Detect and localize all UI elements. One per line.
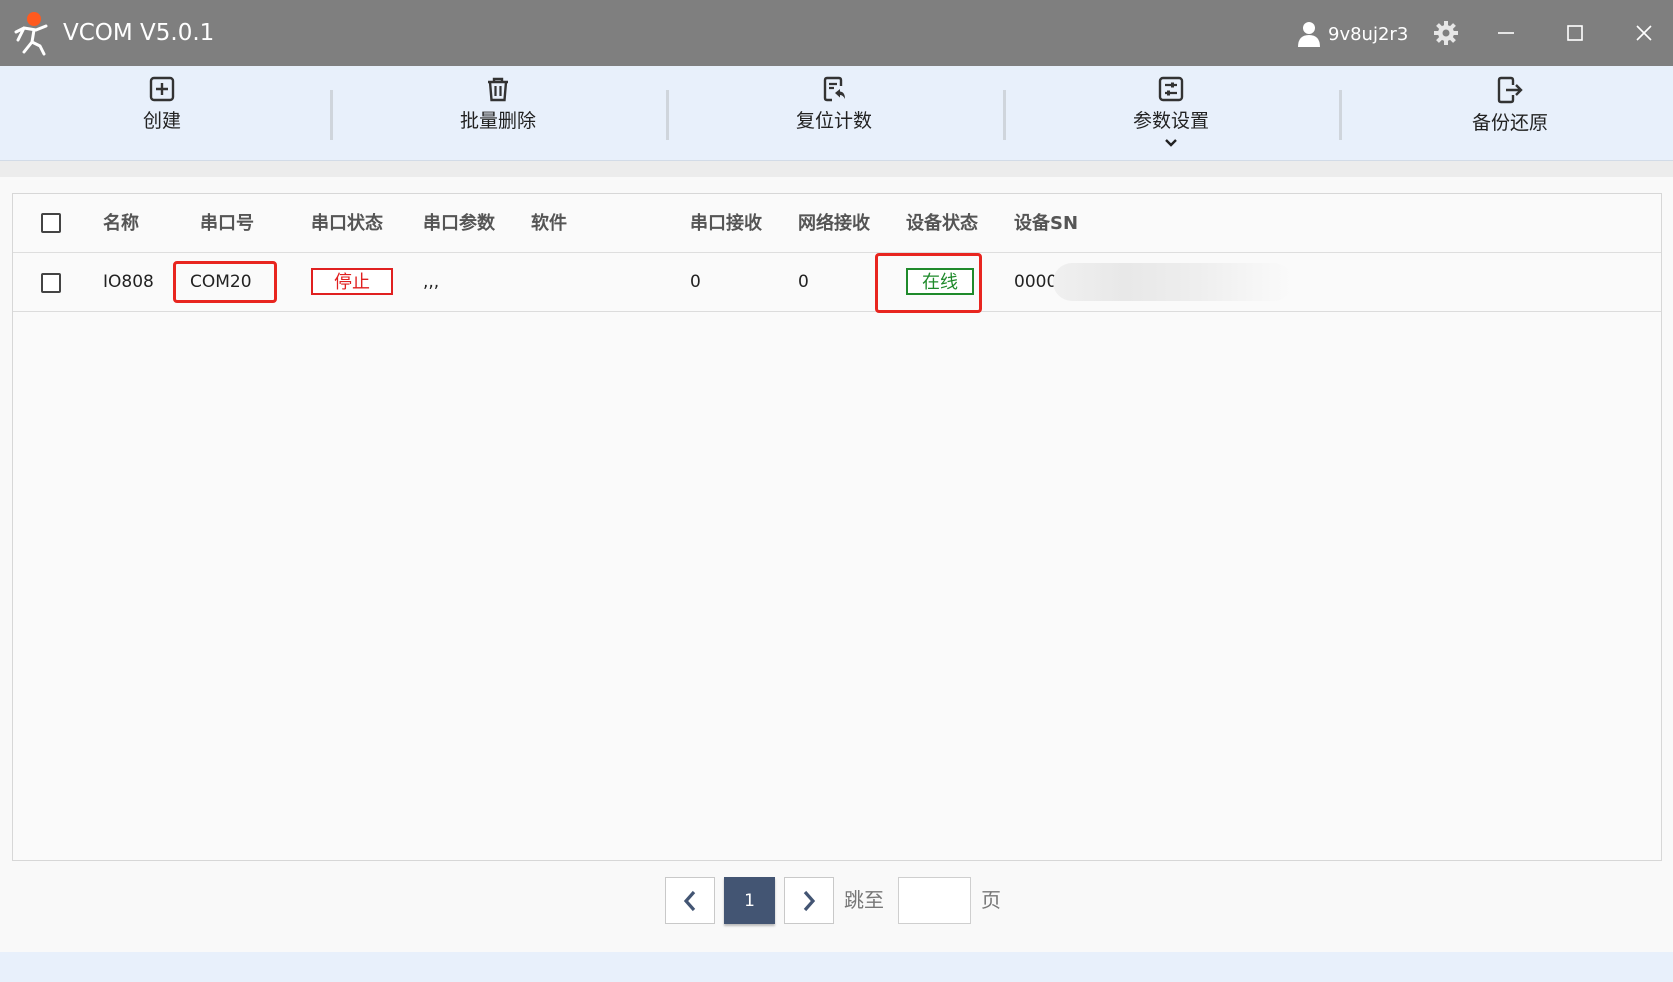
chevron-down-icon xyxy=(1165,139,1177,147)
plus-square-icon xyxy=(149,76,175,102)
column-header-name: 名称 xyxy=(103,213,139,234)
reset-count-label: 复位计数 xyxy=(795,110,872,132)
toolbar-gap xyxy=(0,161,1673,177)
toolbar: 创建 批量删除 复位计数 参数设置 备份还原 xyxy=(0,66,1673,161)
create-button[interactable]: 创建 xyxy=(62,72,262,156)
column-header-com-params: 串口参数 xyxy=(423,213,495,234)
column-header-com-port: 串口号 xyxy=(200,213,254,234)
settings-button[interactable] xyxy=(1430,17,1462,49)
com-status-badge: 停止 xyxy=(311,268,393,295)
device-table: 名称 串口号 串口状态 串口参数 软件 串口接收 网络接收 设备状态 设备SN IO808 COM… xyxy=(12,193,1662,861)
param-settings-label: 参数设置 xyxy=(1132,110,1209,132)
person-logo-icon xyxy=(14,12,48,56)
cell-device-sn: 0000 xyxy=(1014,272,1058,292)
batch-delete-button[interactable]: 批量删除 xyxy=(398,72,598,156)
backup-restore-label: 备份还原 xyxy=(1471,112,1548,134)
backup-restore-button[interactable]: 备份还原 xyxy=(1410,72,1610,156)
trash-icon xyxy=(488,77,508,102)
table-header: 名称 串口号 串口状态 串口参数 软件 串口接收 网络接收 设备状态 设备SN xyxy=(13,194,1661,253)
username: 9v8uj2r3 xyxy=(1328,23,1409,45)
column-header-com-rx: 串口接收 xyxy=(690,213,762,234)
redacted-sn-mask xyxy=(1053,263,1293,301)
page-suffix-label: 页 xyxy=(981,888,1001,912)
table-row[interactable]: IO808 COM20 停止,,, 0 0 在线 0000 xyxy=(13,253,1661,313)
page-1-button[interactable]: 1 xyxy=(724,877,775,924)
toolbar-divider xyxy=(330,90,333,140)
column-header-software: 软件 xyxy=(531,213,567,234)
cell-name: IO808 xyxy=(103,272,154,292)
annotation-box-com-port xyxy=(173,261,277,303)
cell-com-params: ,,, xyxy=(423,272,440,292)
column-header-device-sn: 设备SN xyxy=(1014,213,1079,234)
reset-document-icon xyxy=(823,76,845,102)
prev-page-button[interactable] xyxy=(665,877,715,924)
toolbar-divider xyxy=(1339,90,1342,140)
column-header-device-status: 设备状态 xyxy=(906,213,978,234)
toolbar-divider xyxy=(666,90,669,140)
select-all-checkbox[interactable] xyxy=(41,213,61,233)
column-header-com-status: 串口状态 xyxy=(311,213,383,234)
create-label: 创建 xyxy=(142,110,181,132)
chevron-left-icon xyxy=(683,890,696,911)
close-icon xyxy=(1636,25,1652,41)
toolbar-divider xyxy=(1003,90,1006,140)
user-account[interactable]: 9v8uj2r3 xyxy=(1298,20,1408,48)
jump-to-label: 跳至 xyxy=(844,888,884,912)
annotation-box-device-status xyxy=(875,253,982,313)
cell-com-rx: 0 xyxy=(690,272,701,292)
maximize-button[interactable] xyxy=(1559,17,1591,49)
export-icon xyxy=(1497,76,1523,104)
next-page-button[interactable] xyxy=(784,877,834,924)
chevron-right-icon xyxy=(803,890,816,911)
batch-delete-label: 批量删除 xyxy=(459,110,536,132)
minimize-button[interactable] xyxy=(1490,17,1522,49)
column-header-net-rx: 网络接收 xyxy=(798,213,870,234)
user-icon xyxy=(1298,22,1320,47)
sliders-icon xyxy=(1158,76,1184,102)
jump-page-input[interactable] xyxy=(898,877,971,924)
maximize-icon xyxy=(1567,25,1583,41)
gear-icon xyxy=(1434,21,1458,45)
row-checkbox[interactable] xyxy=(41,273,61,293)
param-settings-button[interactable]: 参数设置 xyxy=(1071,72,1271,156)
app-title: VCOM V5.0.1 xyxy=(63,20,215,46)
status-strip xyxy=(0,952,1673,982)
title-bar: VCOM V5.0.1 9v8uj2r3 xyxy=(0,0,1673,66)
reset-count-button[interactable]: 复位计数 xyxy=(734,72,934,156)
minimize-icon xyxy=(1498,32,1514,34)
cell-net-rx: 0 xyxy=(798,272,809,292)
close-button[interactable] xyxy=(1628,17,1660,49)
